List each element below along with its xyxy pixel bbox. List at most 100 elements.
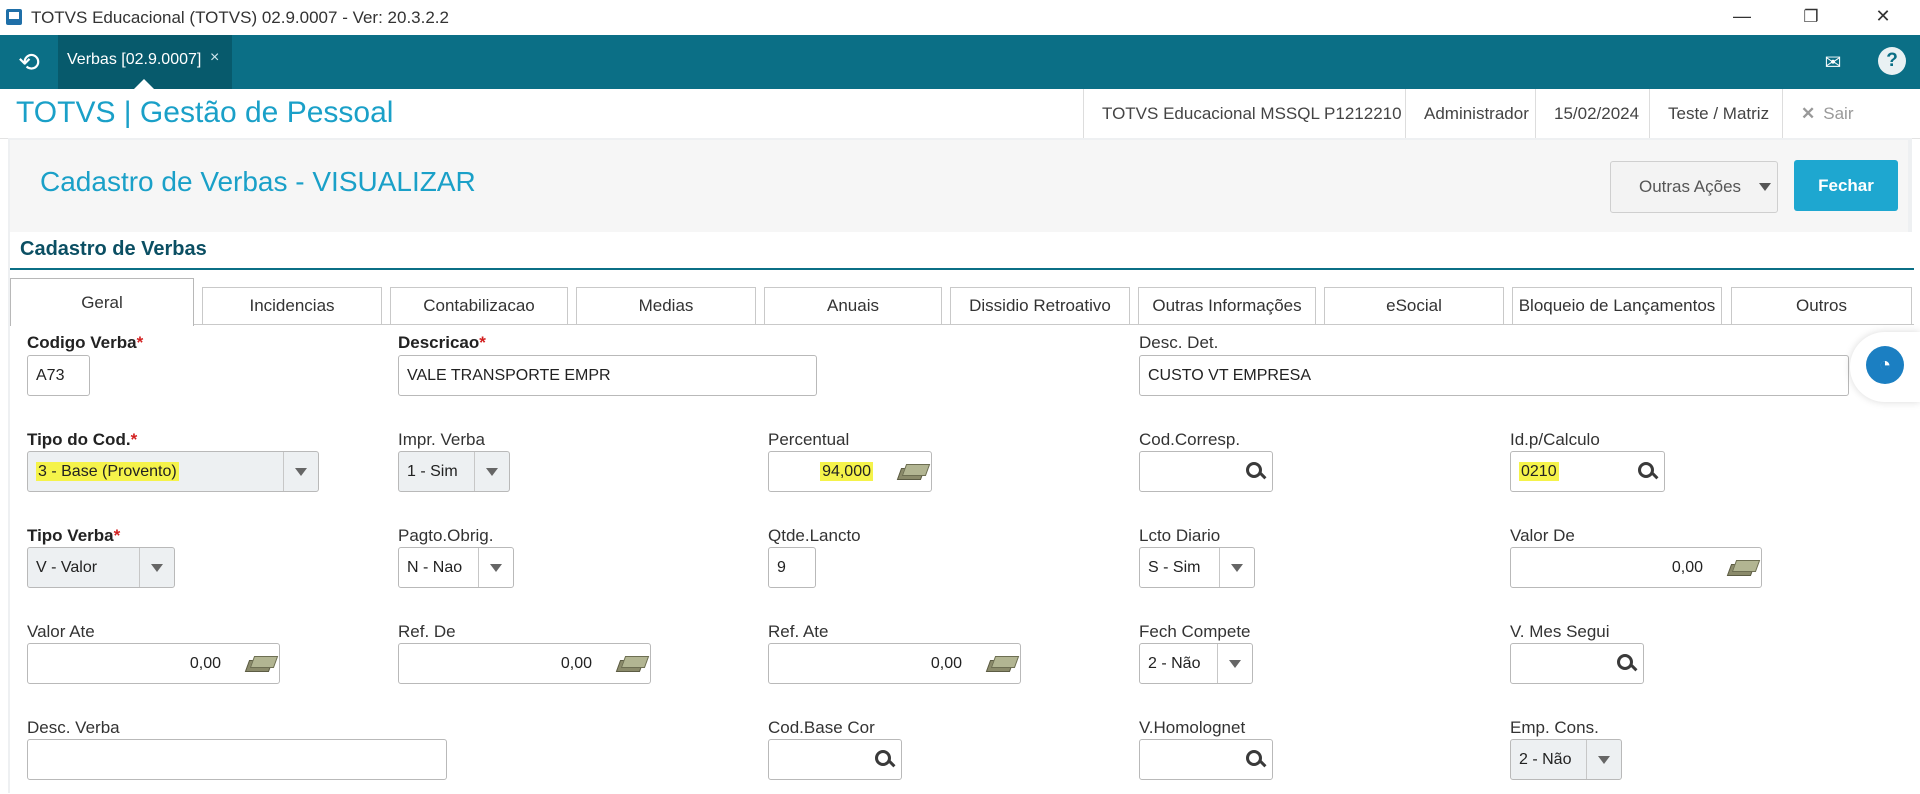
impr-verba-select[interactable]: 1 - Sim bbox=[398, 451, 510, 492]
ref-de-label: Ref. De bbox=[398, 622, 456, 641]
user-label: Administrador bbox=[1405, 89, 1547, 138]
emp-cons-value: 2 - Não bbox=[1519, 751, 1572, 768]
cod-base-cor-label: Cod.Base Cor bbox=[768, 718, 875, 737]
mail-icon[interactable]: ✉ bbox=[1818, 50, 1848, 74]
fech-compete-label: Fech Compete bbox=[1139, 622, 1251, 641]
app-header: TOTVS | Gestão de Pessoal TOTVS Educacio… bbox=[0, 89, 1920, 139]
tab-dissidio-retroativo[interactable]: Dissidio Retroativo bbox=[950, 287, 1130, 324]
valor-de-value: 0,00 bbox=[1671, 559, 1703, 576]
maximize-button[interactable]: ❐ bbox=[1788, 0, 1834, 35]
tab-verbas-label: Verbas [02.9.0007] bbox=[67, 51, 202, 68]
search-icon[interactable] bbox=[1245, 461, 1265, 481]
lcto-diario-select[interactable]: S - Sim bbox=[1139, 547, 1255, 588]
percentual-field[interactable]: 94,000 bbox=[768, 451, 932, 492]
environment-label: TOTVS Educacional MSSQL P1212210 bbox=[1083, 89, 1420, 138]
qtde-lancto-field[interactable]: 9 bbox=[768, 547, 816, 588]
chevron-down-icon bbox=[1759, 183, 1771, 191]
search-icon[interactable] bbox=[1245, 749, 1265, 769]
desc-verba-field[interactable] bbox=[27, 739, 447, 780]
chevron-down-icon[interactable] bbox=[1219, 548, 1254, 587]
desc-det-field[interactable]: CUSTO VT EMPRESA bbox=[1139, 355, 1849, 396]
tab-medias[interactable]: Medias bbox=[576, 287, 756, 324]
close-window-button[interactable]: ✕ bbox=[1860, 0, 1906, 35]
other-actions-label: Outras Ações bbox=[1639, 177, 1742, 196]
other-actions-dropdown[interactable]: Outras Ações bbox=[1610, 161, 1778, 213]
search-icon[interactable] bbox=[1616, 653, 1636, 673]
codigo-verba-field[interactable]: A73 bbox=[27, 355, 90, 396]
app-tab-bar: ⟲ Verbas [02.9.0007] × ✉ ? bbox=[0, 35, 1920, 90]
tipo-verba-value: V - Valor bbox=[36, 559, 98, 576]
exit-label: Sair bbox=[1823, 104, 1854, 123]
search-icon[interactable] bbox=[874, 749, 894, 769]
v-homolognet-label: V.Homolognet bbox=[1139, 718, 1246, 737]
valor-de-label: Valor De bbox=[1510, 526, 1575, 545]
desc-det-label: Desc. Det. bbox=[1139, 333, 1219, 352]
cod-base-cor-field[interactable] bbox=[768, 739, 902, 780]
valor-ate-field[interactable]: 0,00 bbox=[27, 643, 280, 684]
pagto-obrig-select[interactable]: N - Nao bbox=[398, 547, 514, 588]
chevron-down-icon[interactable] bbox=[283, 452, 318, 491]
branch-label[interactable]: Teste / Matriz bbox=[1649, 89, 1787, 138]
tipo-cod-label: Tipo do Cod.* bbox=[27, 430, 138, 449]
emp-cons-select[interactable]: 2 - Não bbox=[1510, 739, 1622, 780]
exit-button[interactable]: ✕ Sair bbox=[1782, 89, 1871, 138]
tab-geral[interactable]: Geral bbox=[10, 278, 194, 326]
ref-ate-label: Ref. Ate bbox=[768, 622, 829, 641]
tab-verbas[interactable]: Verbas [02.9.0007] × bbox=[58, 35, 232, 90]
money-icon[interactable] bbox=[899, 464, 925, 479]
money-icon[interactable] bbox=[1729, 560, 1755, 575]
page-title: Cadastro de Verbas - VISUALIZAR bbox=[40, 166, 476, 197]
percentual-label: Percentual bbox=[768, 430, 850, 449]
lcto-diario-label: Lcto Diario bbox=[1139, 526, 1221, 545]
chat-assistant-button[interactable]: ◔ bbox=[1850, 332, 1920, 402]
lcto-diario-value: S - Sim bbox=[1148, 559, 1201, 576]
date-label: 15/02/2024 bbox=[1535, 89, 1657, 138]
money-icon[interactable] bbox=[988, 656, 1014, 671]
emp-cons-label: Emp. Cons. bbox=[1510, 718, 1599, 737]
valor-de-field[interactable]: 0,00 bbox=[1510, 547, 1762, 588]
percentual-value: 94,000 bbox=[820, 462, 873, 481]
v-mes-segui-field[interactable] bbox=[1510, 643, 1644, 684]
help-icon[interactable]: ? bbox=[1878, 47, 1906, 75]
money-icon[interactable] bbox=[247, 656, 273, 671]
ref-ate-field[interactable]: 0,00 bbox=[768, 643, 1021, 684]
desc-verba-label: Desc. Verba bbox=[27, 718, 120, 737]
tab-close-icon[interactable]: × bbox=[210, 49, 219, 67]
impr-verba-label: Impr. Verba bbox=[398, 430, 485, 449]
ref-de-value: 0,00 bbox=[560, 655, 592, 672]
chevron-down-icon[interactable] bbox=[1217, 644, 1252, 683]
descricao-label: Descricao* bbox=[398, 333, 486, 352]
tab-outros[interactable]: Outros bbox=[1731, 287, 1912, 324]
search-icon[interactable] bbox=[1637, 461, 1657, 481]
tab-contabilizacao[interactable]: Contabilizacao bbox=[390, 287, 568, 324]
cod-corresp-label: Cod.Corresp. bbox=[1139, 430, 1241, 449]
tipo-cod-select[interactable]: 3 - Base (Provento) bbox=[27, 451, 319, 492]
money-icon[interactable] bbox=[618, 656, 644, 671]
pagto-obrig-value: N - Nao bbox=[407, 559, 463, 576]
descricao-field[interactable]: VALE TRANSPORTE EMPR bbox=[398, 355, 817, 396]
chevron-down-icon[interactable] bbox=[1586, 740, 1621, 779]
v-homolognet-field[interactable] bbox=[1139, 739, 1273, 780]
tab-incidencias[interactable]: Incidencias bbox=[202, 287, 382, 324]
ref-de-field[interactable]: 0,00 bbox=[398, 643, 651, 684]
cod-corresp-field[interactable] bbox=[1139, 451, 1273, 492]
fech-compete-select[interactable]: 2 - Não bbox=[1139, 643, 1253, 684]
tipo-verba-select[interactable]: V - Valor bbox=[27, 547, 175, 588]
id-calculo-field[interactable]: 0210 bbox=[1510, 451, 1665, 492]
fech-compete-value: 2 - Não bbox=[1148, 655, 1201, 672]
tab-outras-informacoes[interactable]: Outras Informações bbox=[1138, 287, 1316, 324]
chevron-down-icon[interactable] bbox=[139, 548, 174, 587]
refresh-home-icon[interactable]: ⟲ bbox=[14, 47, 44, 77]
tab-esocial[interactable]: eSocial bbox=[1324, 287, 1504, 324]
chevron-down-icon[interactable] bbox=[478, 548, 513, 587]
tab-bloqueio-lancamentos[interactable]: Bloqueio de Lançamentos bbox=[1512, 287, 1722, 324]
chevron-down-icon[interactable] bbox=[474, 452, 509, 491]
window-title-bar: TOTVS Educacional (TOTVS) 02.9.0007 - Ve… bbox=[0, 0, 1920, 35]
tab-anuais[interactable]: Anuais bbox=[764, 287, 942, 324]
section-title: Cadastro de Verbas bbox=[20, 238, 207, 260]
close-button[interactable]: Fechar bbox=[1794, 160, 1898, 211]
minimize-button[interactable]: — bbox=[1719, 0, 1765, 35]
impr-verba-value: 1 - Sim bbox=[407, 463, 458, 480]
valor-ate-label: Valor Ate bbox=[27, 622, 95, 641]
app-icon bbox=[6, 9, 22, 25]
